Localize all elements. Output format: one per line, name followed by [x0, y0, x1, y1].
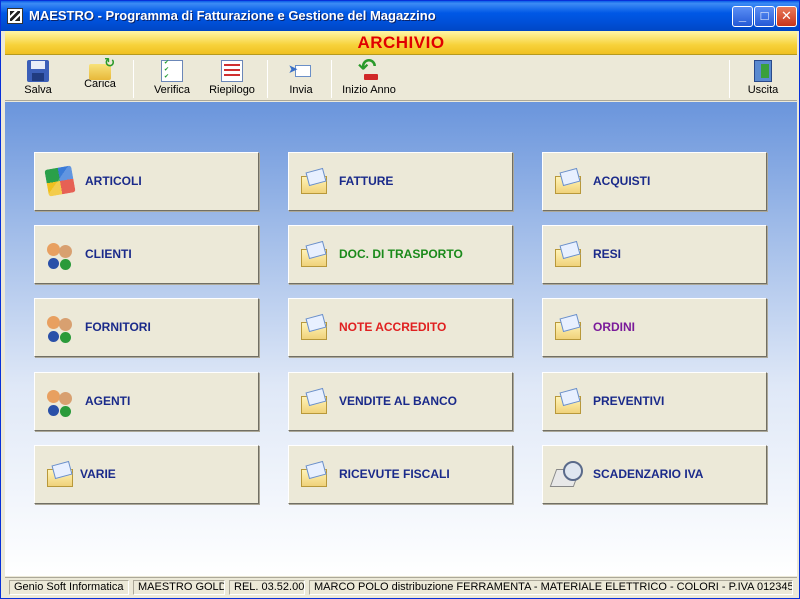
- varie-button[interactable]: VARIE: [34, 445, 259, 504]
- envelope-open-icon: [553, 386, 583, 416]
- scadenzario-iva-button[interactable]: SCADENZARIO IVA: [542, 445, 767, 504]
- envelope-open-icon: [299, 386, 329, 416]
- ordini-button[interactable]: ORDINI: [542, 298, 767, 357]
- preventivi-label: PREVENTIVI: [593, 394, 665, 408]
- clock-calendar-icon: [553, 459, 583, 489]
- envelope-send-icon: [288, 60, 312, 82]
- envelope-open-icon: [299, 459, 329, 489]
- scadenzario-iva-label: SCADENZARIO IVA: [593, 467, 704, 481]
- resi-label: RESI: [593, 247, 622, 261]
- agenti-label: AGENTI: [85, 394, 131, 408]
- load-button[interactable]: Carica: [75, 55, 125, 100]
- vendite-banco-button[interactable]: VENDITE AL BANCO: [288, 372, 513, 431]
- summary-label: Riepilogo: [209, 84, 255, 96]
- envelope-open-icon: [553, 312, 583, 342]
- agenti-button[interactable]: AGENTI: [34, 372, 259, 431]
- varie-label: VARIE: [80, 467, 116, 481]
- exit-label: Uscita: [747, 84, 779, 96]
- clienti-button[interactable]: CLIENTI: [34, 225, 259, 284]
- fatture-button[interactable]: FATTURE: [288, 152, 513, 211]
- window-title: MAESTRO - Programma di Fatturazione e Ge…: [29, 8, 436, 23]
- list-icon: [221, 60, 243, 82]
- folder-refresh-icon: [89, 55, 115, 80]
- section-title: ARCHIVIO: [357, 33, 445, 52]
- clienti-label: CLIENTI: [85, 247, 132, 261]
- note-accredito-label: NOTE ACCREDITO: [339, 320, 447, 334]
- title-bar[interactable]: MAESTRO - Programma di Fatturazione e Ge…: [1, 1, 799, 31]
- new-year-label: Inizio Anno: [342, 84, 396, 96]
- note-accredito-button[interactable]: NOTE ACCREDITO: [288, 298, 513, 357]
- ordini-label: ORDINI: [593, 320, 635, 334]
- toolbar-separator: [729, 60, 730, 98]
- envelope-open-icon: [553, 166, 583, 196]
- summary-button[interactable]: Riepilogo: [207, 58, 257, 100]
- acquisti-label: ACQUISTI: [593, 174, 651, 188]
- ddt-button[interactable]: DOC. DI TRASPORTO: [288, 225, 513, 284]
- checklist-icon: [161, 60, 183, 82]
- grid-puzzle-icon: [44, 165, 76, 197]
- door-exit-icon: [754, 60, 772, 82]
- maximize-button[interactable]: □: [754, 6, 775, 27]
- people-icon: [45, 312, 75, 342]
- close-button[interactable]: ✕: [776, 6, 797, 27]
- section-header: ARCHIVIO: [5, 31, 797, 55]
- fornitori-button[interactable]: FORNITORI: [34, 298, 259, 357]
- toolbar-separator: [267, 60, 268, 98]
- archive-menu-panel: ARTICOLI CLIENTI FORNITORI AGENTI VARIE …: [5, 102, 797, 576]
- toolbar: Salva Carica Verifica Riepilogo Invia In…: [5, 54, 797, 101]
- resi-button[interactable]: RESI: [542, 225, 767, 284]
- articoli-button[interactable]: ARTICOLI: [34, 152, 259, 211]
- status-licensee: MARCO POLO distribuzione FERRAMENTA - MA…: [309, 580, 793, 595]
- preventivi-button[interactable]: PREVENTIVI: [542, 372, 767, 431]
- toolbar-separator: [133, 60, 134, 98]
- articoli-label: ARTICOLI: [85, 174, 142, 188]
- status-release: REL. 03.52.00: [229, 580, 305, 595]
- status-company: Genio Soft Informatica: [9, 580, 129, 595]
- save-label: Salva: [24, 84, 52, 96]
- status-product: MAESTRO GOLD: [133, 580, 225, 595]
- new-year-button[interactable]: Inizio Anno: [341, 54, 397, 100]
- fornitori-label: FORNITORI: [85, 320, 151, 334]
- app-logo-icon[interactable]: [7, 8, 23, 24]
- people-icon: [45, 386, 75, 416]
- toolbar-separator: [331, 60, 332, 98]
- ricevute-fiscali-button[interactable]: RICEVUTE FISCALI: [288, 445, 513, 504]
- envelope-open-icon: [299, 312, 329, 342]
- send-label: Invia: [289, 84, 313, 96]
- fatture-label: FATTURE: [339, 174, 394, 188]
- ricevute-fiscali-label: RICEVUTE FISCALI: [339, 467, 450, 481]
- verify-label: Verifica: [153, 84, 191, 96]
- acquisti-button[interactable]: ACQUISTI: [542, 152, 767, 211]
- people-icon: [45, 239, 75, 269]
- vendite-banco-label: VENDITE AL BANCO: [339, 394, 458, 408]
- ddt-label: DOC. DI TRASPORTO: [339, 247, 463, 261]
- status-bar: Genio Soft Informatica MAESTRO GOLD REL.…: [5, 577, 797, 596]
- send-button[interactable]: Invia: [281, 58, 321, 100]
- envelope-open-icon: [553, 239, 583, 269]
- envelope-open-icon: [299, 166, 329, 196]
- envelope-open-icon: [45, 459, 75, 489]
- floppy-disk-icon: [27, 60, 49, 82]
- minimize-button[interactable]: _: [732, 6, 753, 27]
- envelope-open-icon: [299, 239, 329, 269]
- verify-button[interactable]: Verifica: [147, 58, 197, 100]
- undo-arrow-icon: [358, 54, 380, 82]
- app-window: MAESTRO - Programma di Fatturazione e Ge…: [0, 0, 800, 599]
- exit-button[interactable]: Uscita: [743, 58, 783, 100]
- save-button[interactable]: Salva: [15, 58, 61, 100]
